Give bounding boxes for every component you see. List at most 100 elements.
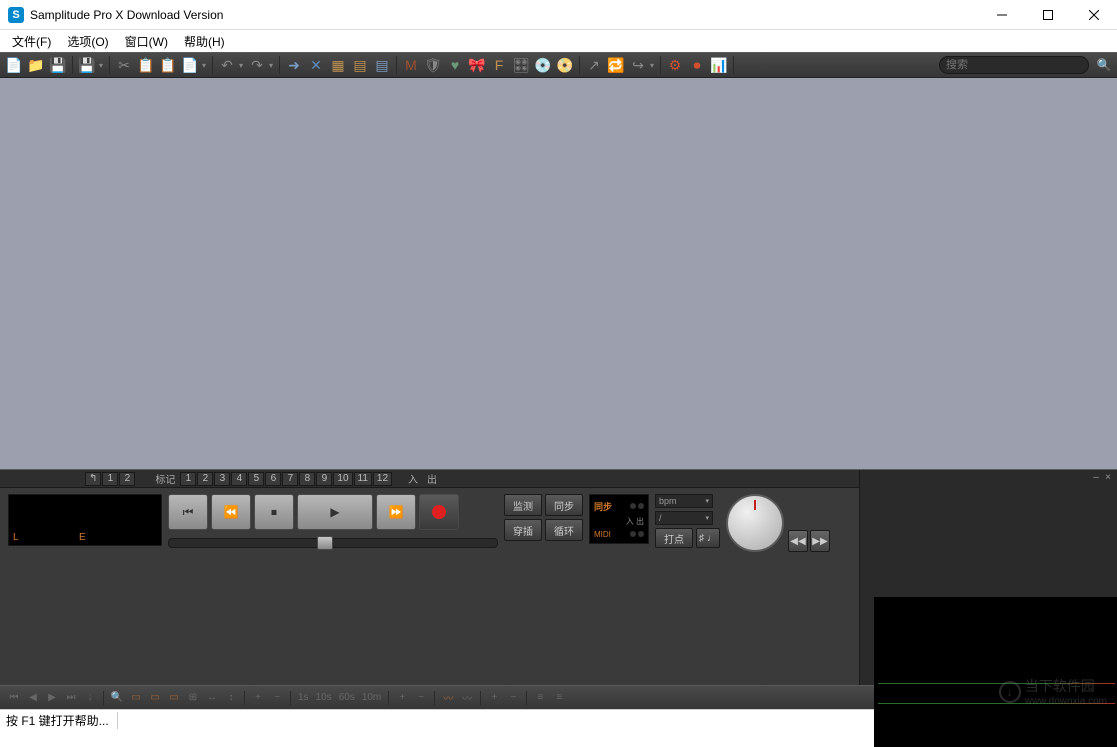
heart-icon[interactable]: ♥ [445, 55, 465, 75]
sig-field[interactable]: /▾ [655, 511, 713, 525]
expand-icon[interactable]: ↔ [204, 690, 220, 706]
marker-5[interactable]: 5 [248, 472, 264, 486]
redo-icon[interactable]: ↷ [247, 55, 267, 75]
rewind-button[interactable]: ⏪ [211, 494, 251, 530]
eq-icon[interactable]: 📊 [709, 55, 729, 75]
settings-icon[interactable]: ⚙ [665, 55, 685, 75]
jog-dial[interactable] [726, 494, 784, 552]
bpm-field[interactable]: bpm▾ [655, 494, 713, 508]
floppy-icon[interactable]: 💾 [77, 55, 97, 75]
paste-icon[interactable]: 📋 [158, 55, 178, 75]
dropdown-icon[interactable]: ▾ [99, 61, 105, 70]
marker-4[interactable]: 4 [231, 472, 247, 486]
menu-options[interactable]: 选项(O) [59, 31, 116, 52]
search-icon[interactable]: 🔍 [1095, 56, 1113, 74]
mixer-icon[interactable]: 🎛 [511, 55, 531, 75]
marker-2[interactable]: 2 [197, 472, 213, 486]
slider-thumb[interactable] [317, 536, 333, 550]
track-icon[interactable]: ▤ [350, 55, 370, 75]
dropdown-icon[interactable]: ▾ [239, 61, 245, 70]
new-file-icon[interactable]: 📄 [4, 55, 24, 75]
play-button[interactable]: ▶ [297, 494, 373, 530]
vplus-icon[interactable]: + [486, 690, 502, 706]
cd-icon[interactable]: 💿 [533, 55, 553, 75]
hzoom-in-icon[interactable]: + [250, 690, 266, 706]
menu-help[interactable]: 帮助(H) [176, 31, 233, 52]
stop-button[interactable]: ⏹ [254, 494, 294, 530]
marker-back-icon[interactable]: ↰ [85, 472, 101, 486]
marker-11[interactable]: 11 [354, 472, 372, 486]
jog-left-icon[interactable]: ◀◀ [788, 530, 808, 552]
marker-6[interactable]: 6 [265, 472, 281, 486]
scrub-slider[interactable] [168, 538, 498, 548]
fx-icon[interactable]: F [489, 55, 509, 75]
close-button[interactable] [1071, 0, 1117, 30]
crossfade-icon[interactable]: ✕ [306, 55, 326, 75]
marker-9[interactable]: 9 [316, 472, 332, 486]
open-folder-icon[interactable]: 📁 [26, 55, 46, 75]
vzoom-out-icon[interactable]: − [413, 690, 429, 706]
monitor-button[interactable]: 监测 [504, 494, 542, 516]
ribbon-icon[interactable]: 🎀 [467, 55, 487, 75]
loop-button[interactable]: 循环 [545, 519, 583, 541]
save-icon[interactable]: 💾 [48, 55, 68, 75]
minimize-button[interactable] [979, 0, 1025, 30]
range-icon[interactable]: ▭ [128, 690, 144, 706]
wave-icon[interactable]: 〰 [440, 690, 456, 706]
nav-start-icon[interactable]: ⏮ [6, 690, 22, 706]
split-icon[interactable]: ⊞ [185, 690, 201, 706]
wave2-icon[interactable]: 〰 [459, 690, 475, 706]
marker-8[interactable]: 8 [299, 472, 315, 486]
tap-button[interactable]: 打点 [655, 528, 693, 548]
search-input[interactable] [946, 59, 1082, 71]
menu-window[interactable]: 窗口(W) [117, 31, 176, 52]
copy-icon[interactable]: 📋 [136, 55, 156, 75]
marker-in[interactable]: 入 [404, 471, 422, 486]
track-height2-icon[interactable]: ≡ [551, 690, 567, 706]
vzoom-in-icon[interactable]: + [394, 690, 410, 706]
track-height-icon[interactable]: ≡ [532, 690, 548, 706]
punch-button[interactable]: 穿插 [504, 519, 542, 541]
undo-icon[interactable]: ↶ [217, 55, 237, 75]
record-button[interactable] [419, 494, 459, 530]
range2-icon[interactable]: ▭ [147, 690, 163, 706]
forward-button[interactable]: ⏩ [376, 494, 416, 530]
dropdown-icon[interactable]: ▾ [202, 61, 208, 70]
vis-close-icon[interactable]: × [1103, 472, 1113, 482]
zoom-60s[interactable]: 60s [337, 692, 357, 703]
mute-icon[interactable]: M [401, 55, 421, 75]
dropdown-icon[interactable]: ▾ [269, 61, 275, 70]
zoom-1s[interactable]: 1s [296, 692, 311, 703]
loop-icon[interactable]: 🔁 [606, 55, 626, 75]
clipboard-icon[interactable]: 📄 [180, 55, 200, 75]
zoom-10s[interactable]: 10s [314, 692, 334, 703]
vminus-icon[interactable]: − [505, 690, 521, 706]
skip-start-button[interactable]: ⏮ [168, 494, 208, 530]
track2-icon[interactable]: ▤ [372, 55, 392, 75]
zoom-in-icon[interactable]: 🔍 [109, 690, 125, 706]
jog-right-icon[interactable]: ▶▶ [810, 530, 830, 552]
vis-minimize-icon[interactable]: – [1091, 472, 1101, 482]
marker-3[interactable]: 3 [214, 472, 230, 486]
record-icon[interactable]: ⏺ [687, 55, 707, 75]
marker-1[interactable]: 1 [180, 472, 196, 486]
arrow-icon[interactable]: ↗ [584, 55, 604, 75]
sync-button[interactable]: 同步 [545, 494, 583, 516]
zoom-10m[interactable]: 10m [360, 692, 383, 703]
grid-button[interactable]: ♯ ♩ [696, 528, 720, 548]
nav-down-icon[interactable]: ↓ [82, 690, 98, 706]
range3-icon[interactable]: ▭ [166, 690, 182, 706]
cut-icon[interactable]: ✂ [114, 55, 134, 75]
menu-file[interactable]: 文件(F) [4, 31, 59, 52]
nav-next-icon[interactable]: ▶ [44, 690, 60, 706]
dropdown-icon[interactable]: ▾ [650, 61, 656, 70]
marker-l1[interactable]: 1 [102, 472, 118, 486]
marker-10[interactable]: 10 [333, 472, 352, 486]
marker-12[interactable]: 12 [373, 472, 392, 486]
shield-icon[interactable]: 🛡 [423, 55, 443, 75]
tool-icon[interactable]: ➜ [284, 55, 304, 75]
marker-7[interactable]: 7 [282, 472, 298, 486]
nav-end-icon[interactable]: ⏭ [63, 690, 79, 706]
grid-icon[interactable]: ▦ [328, 55, 348, 75]
marker-out[interactable]: 出 [423, 471, 441, 486]
